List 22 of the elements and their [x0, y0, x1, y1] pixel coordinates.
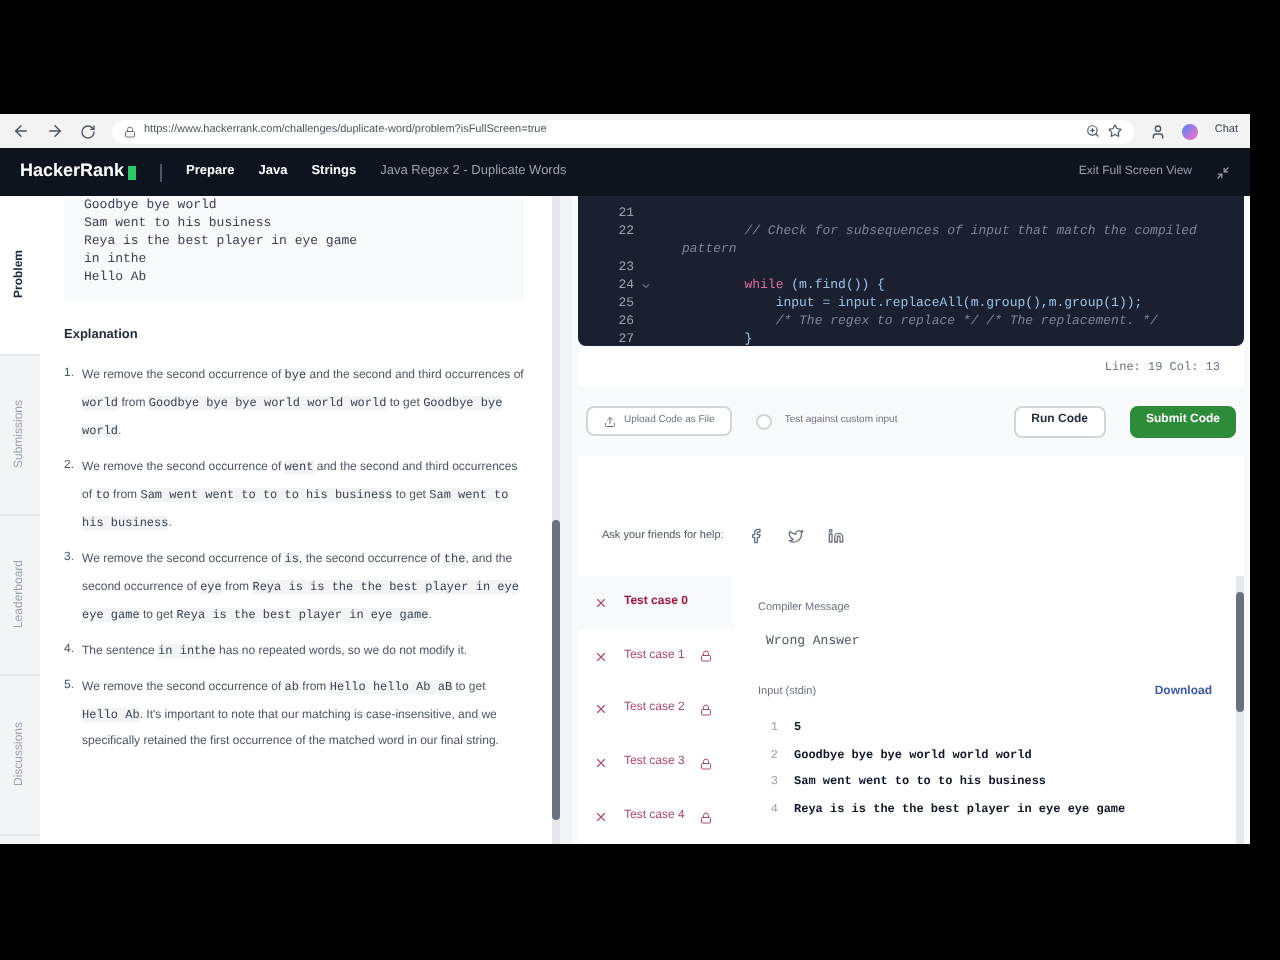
forward-icon[interactable]: [46, 122, 64, 140]
fail-icon: [594, 756, 608, 771]
logo[interactable]: HackerRank: [20, 158, 137, 186]
fold-icon[interactable]: [640, 279, 652, 291]
reload-icon[interactable]: [80, 123, 96, 139]
fail-icon: [594, 702, 608, 717]
minimize-icon[interactable]: [1216, 165, 1230, 179]
back-icon[interactable]: [12, 122, 30, 140]
copilot-icon: [1182, 123, 1199, 139]
fail-icon: [594, 649, 608, 664]
favorite-icon[interactable]: [1108, 124, 1123, 138]
twitter-icon[interactable]: [787, 528, 804, 544]
profile-icon[interactable]: [1150, 123, 1167, 139]
fail-icon: [594, 810, 608, 825]
scrollbar-thumb[interactable]: [1236, 592, 1244, 712]
lock-icon: [124, 125, 136, 137]
fail-icon: [594, 595, 608, 610]
linkedin-icon[interactable]: [827, 528, 844, 544]
zoom-icon[interactable]: [1086, 124, 1101, 138]
scrollbar-thumb[interactable]: [552, 520, 560, 820]
facebook-icon[interactable]: [747, 528, 764, 544]
upload-icon: [604, 415, 616, 427]
